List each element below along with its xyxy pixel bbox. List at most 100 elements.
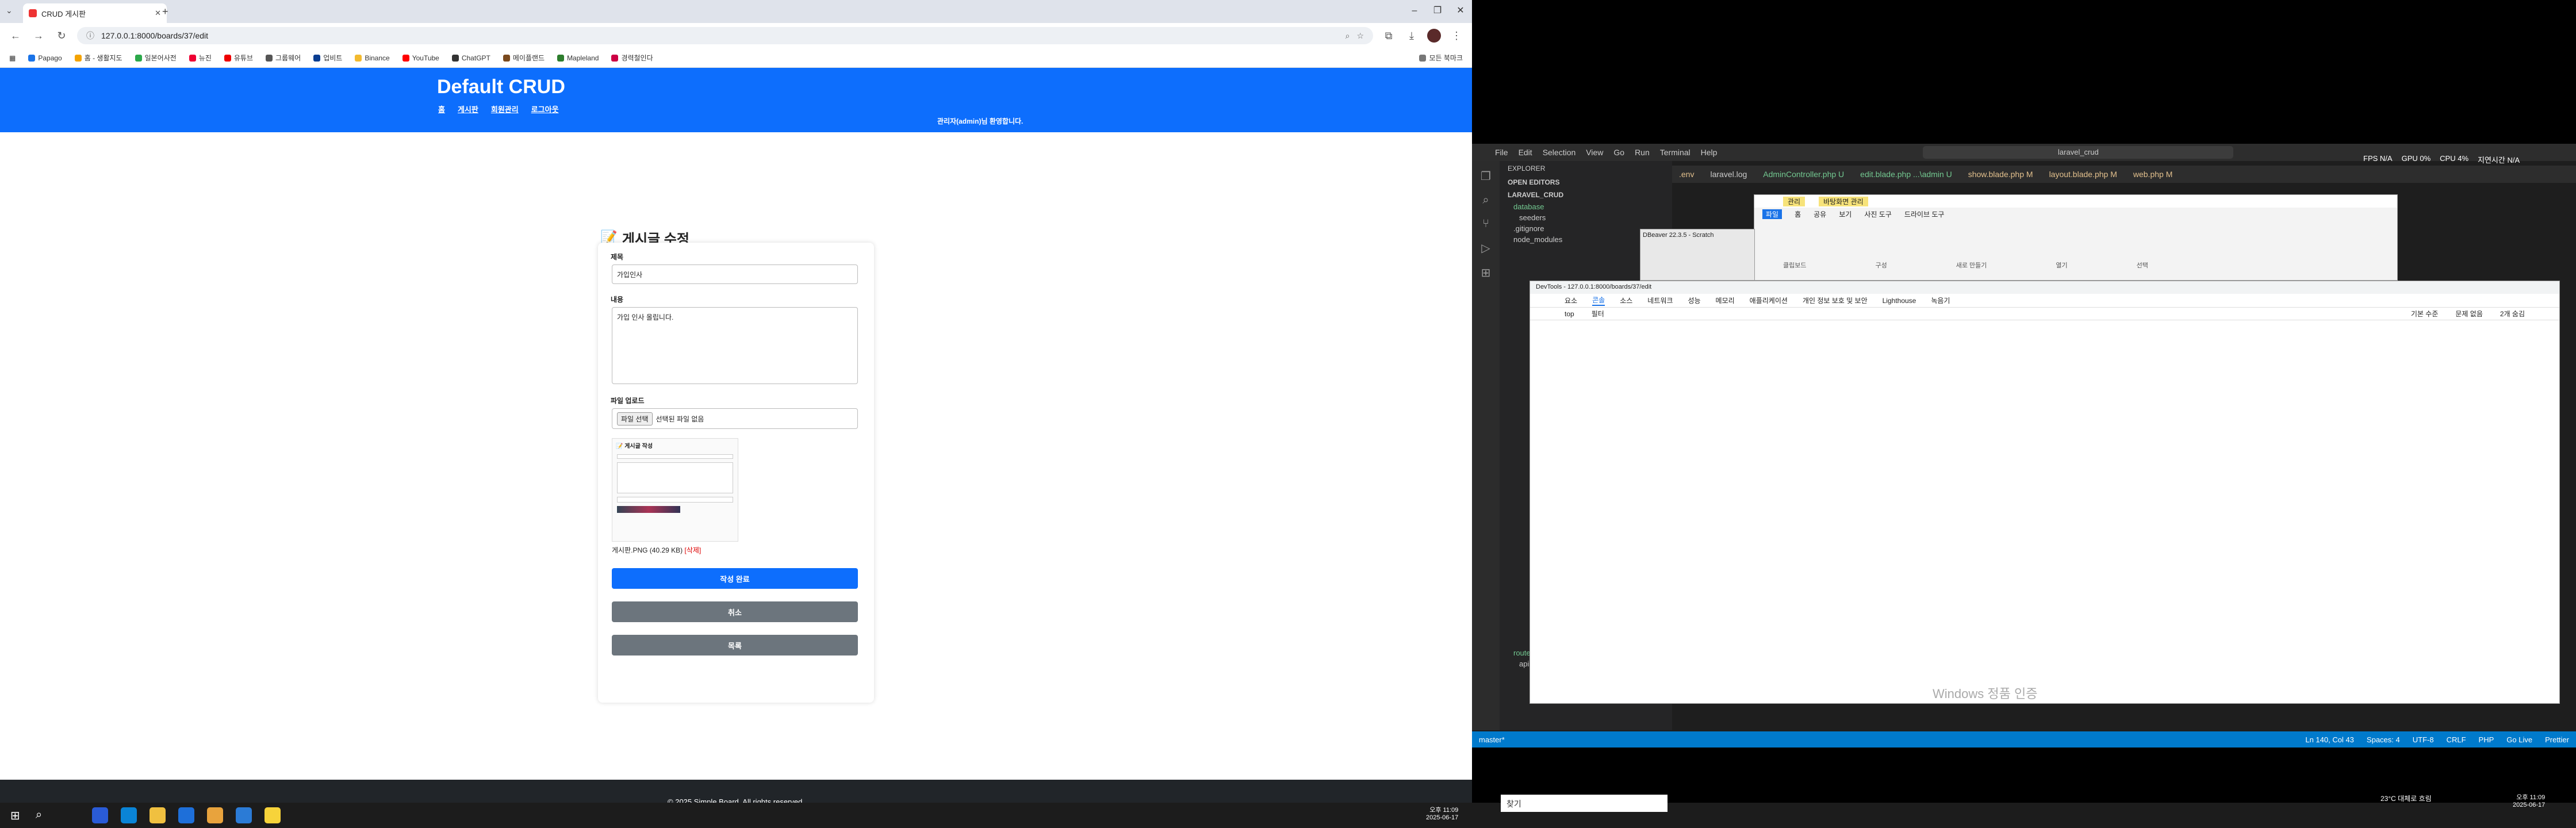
all-bookmarks[interactable]: 모든 북마크 [1419, 53, 1463, 63]
file-choose-button[interactable]: 파일 선택 [617, 412, 653, 425]
vscode-icon[interactable] [236, 807, 252, 823]
bookmark-item[interactable]: 뉴진 [189, 53, 212, 63]
subject-input[interactable]: 가입인사 [612, 264, 858, 284]
menu-icon[interactable]: ⋮ [1449, 30, 1464, 42]
encoding[interactable]: UTF-8 [2413, 735, 2434, 744]
command-search[interactable]: laravel_crud [1923, 146, 2234, 159]
store-icon[interactable] [178, 807, 194, 823]
bookmark-item[interactable]: 업비트 [313, 53, 342, 63]
search-icon[interactable]: ⌕ [36, 808, 42, 822]
menu-run[interactable]: Run [1635, 148, 1650, 157]
prettier[interactable]: Prettier [2545, 735, 2569, 744]
menu-view[interactable]: View [1586, 148, 1603, 157]
menu-file[interactable]: File [1495, 148, 1508, 157]
search-icon[interactable]: ⌕ [1472, 194, 1500, 207]
apps-icon[interactable]: ▦ [9, 54, 16, 62]
submit-button[interactable]: 작성 완료 [612, 568, 858, 589]
devtools-tab[interactable]: 녹음기 [1931, 296, 1950, 305]
nav-members[interactable]: 회원관리 [491, 103, 519, 114]
back-icon[interactable]: ← [8, 30, 23, 42]
attachment-preview[interactable]: 📝 게시글 작성 [612, 438, 738, 542]
file-input[interactable]: 파일 선택 선택된 파일 없음 [612, 408, 858, 429]
bookmark-item[interactable]: 경력철인다 [611, 53, 653, 63]
new-tab-icon[interactable]: + [162, 6, 168, 18]
menu-go[interactable]: Go [1613, 148, 1624, 157]
bookmark-item[interactable]: 유튜브 [224, 53, 253, 63]
console-filter[interactable]: 필터 [1592, 309, 1604, 319]
extensions-icon[interactable]: ⧉ [1381, 30, 1396, 42]
nav-board[interactable]: 게시판 [458, 103, 478, 114]
bookmark-item[interactable]: 홈 - 생활지도 [74, 53, 122, 63]
bookmark-item[interactable]: Mapleland [557, 54, 599, 62]
issues-count[interactable]: 문제 없음 [2455, 309, 2483, 319]
devtools-tab[interactable]: 애플리케이션 [1750, 296, 1788, 305]
downloads-icon[interactable]: ⤓ [1404, 30, 1419, 42]
taskbar-search[interactable]: 찾기 [1501, 795, 1667, 812]
bookmark-item[interactable]: YouTube [402, 54, 439, 62]
ribbon-tab-drive[interactable]: 드라이브 도구 [1904, 209, 1945, 219]
attachment-delete-link[interactable]: [삭제] [685, 546, 702, 554]
devtools-tab-console[interactable]: 콘솔 [1592, 295, 1605, 306]
menu-edit[interactable]: Edit [1519, 148, 1532, 157]
list-button[interactable]: 목록 [612, 635, 858, 656]
bookmark-item[interactable]: 그룹웨어 [266, 53, 301, 63]
ribbon-tab-home[interactable]: 홈 [1795, 209, 1801, 219]
devtools-tab[interactable]: Lighthouse [1883, 297, 1916, 305]
debug-icon[interactable]: ▷ [1472, 241, 1500, 255]
bookmark-item[interactable]: 메이플랜드 [503, 53, 545, 63]
editor-tab[interactable]: layout.blade.php M [2049, 170, 2117, 179]
close-window-icon[interactable]: ✕ [1449, 3, 1472, 18]
nav-logout[interactable]: 로그아웃 [531, 103, 559, 114]
open-editors[interactable]: OPEN EDITORS [1500, 176, 1672, 189]
devtools-tab[interactable]: 요소 [1565, 296, 1577, 305]
indent-setting[interactable]: Spaces: 4 [2367, 735, 2400, 744]
extensions-icon[interactable]: ⊞ [1472, 266, 1500, 280]
start-icon[interactable]: ⊞ [10, 808, 20, 823]
avatar[interactable] [1427, 29, 1441, 43]
cursor-position[interactable]: Ln 140, Col 43 [2305, 735, 2354, 744]
bookmark-item[interactable]: ChatGPT [451, 54, 490, 62]
language-mode[interactable]: PHP [2479, 735, 2494, 744]
editor-tab[interactable]: laravel.log [1710, 170, 1747, 179]
tree-item[interactable]: database [1500, 201, 1672, 212]
tree-item[interactable]: seeders [1500, 212, 1672, 223]
bookmark-item[interactable]: 일본어사전 [135, 53, 177, 63]
tab-close-icon[interactable]: ✕ [155, 9, 161, 18]
source-control-icon[interactable]: ⑂ [1472, 217, 1500, 231]
folder-icon[interactable] [150, 807, 166, 823]
context-select[interactable]: top [1565, 310, 1574, 318]
content-textarea[interactable]: 가입 인사 올립니다. [612, 307, 858, 384]
editor-tab[interactable]: show.blade.php M [1968, 170, 2033, 179]
devtools-tab[interactable]: 성능 [1688, 296, 1700, 305]
taskbar-app-icon[interactable] [92, 807, 108, 823]
ribbon-tab-view[interactable]: 보기 [1839, 209, 1851, 219]
chrome-icon[interactable] [207, 807, 223, 823]
kakaotalk-icon[interactable] [264, 807, 281, 823]
clock-right[interactable]: 오후 11:09 2025-06-17 [2513, 792, 2545, 808]
ribbon-desktop-manage[interactable]: 바탕화면 관리 [1819, 196, 1868, 206]
tab-search-icon[interactable]: ⌄ [6, 6, 13, 16]
ribbon-manage[interactable]: 관리 [1783, 196, 1805, 206]
site-brand[interactable]: Default CRUD [437, 76, 565, 98]
clock-left[interactable]: 오후 11:09 2025-06-17 [1426, 805, 1458, 821]
bookmark-item[interactable]: Papago [28, 54, 62, 62]
bookmark-item[interactable]: Binance [355, 54, 390, 62]
edge-icon[interactable] [121, 807, 137, 823]
ribbon-tab-picture[interactable]: 사진 도구 [1864, 209, 1892, 219]
cancel-button[interactable]: 취소 [612, 601, 858, 622]
files-icon[interactable]: ❐ [1472, 169, 1500, 183]
bookmark-star-icon[interactable]: ☆ [1356, 31, 1364, 41]
devtools-tab[interactable]: 소스 [1620, 296, 1632, 305]
editor-tab[interactable]: web.php M [2133, 170, 2172, 179]
zoom-icon[interactable]: ⌕ [1346, 31, 1350, 41]
branch-indicator[interactable]: master* [1479, 735, 1505, 744]
editor-tab[interactable]: AdminController.php U [1763, 170, 1844, 179]
menu-help[interactable]: Help [1701, 148, 1718, 157]
editor-tab-active[interactable]: edit.blade.php ...\admin U [1860, 170, 1952, 179]
project-root[interactable]: LARAVEL_CRUD [1500, 189, 1672, 201]
weather[interactable]: 23°C 대체로 흐림 [2380, 793, 2432, 803]
devtools-tab[interactable]: 네트워크 [1647, 296, 1673, 305]
address-bar[interactable]: ⓘ 127.0.0.1:8000/boards/37/edit ⌕ ☆ [77, 27, 1373, 44]
site-info-icon[interactable]: ⓘ [86, 30, 94, 41]
devtools-tab[interactable]: 메모리 [1716, 296, 1735, 305]
